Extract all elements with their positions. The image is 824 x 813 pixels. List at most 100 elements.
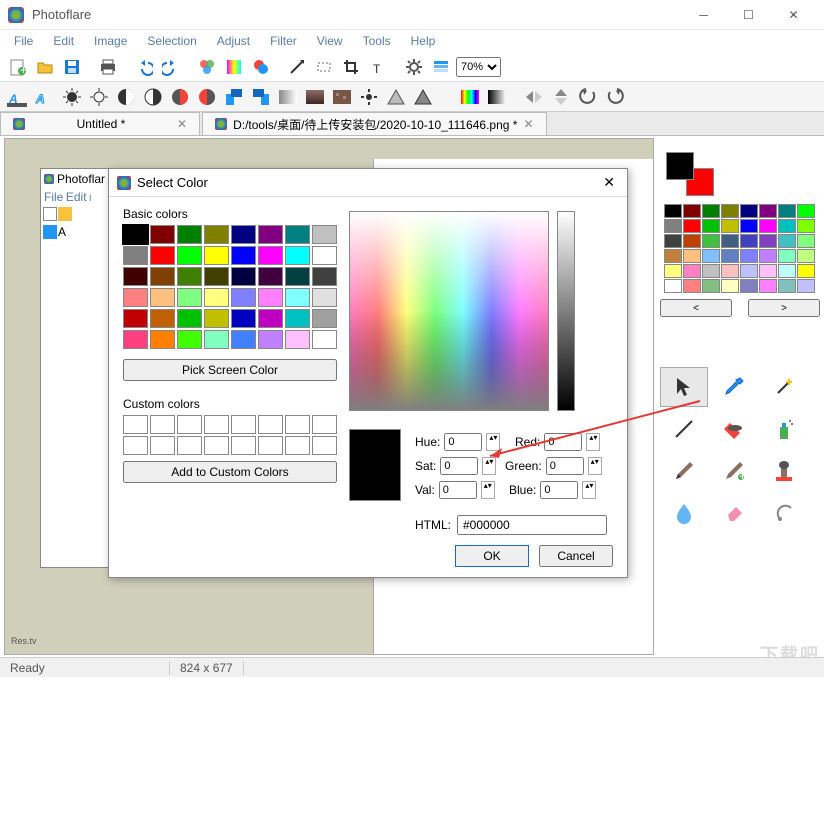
palette-swatch[interactable] xyxy=(740,249,758,263)
basic-color-swatch[interactable] xyxy=(123,288,148,307)
brush-tool[interactable] xyxy=(660,451,708,491)
palette-swatch[interactable] xyxy=(702,264,720,278)
redo-button[interactable] xyxy=(159,55,183,79)
spray-tool[interactable] xyxy=(760,409,808,449)
basic-color-swatch[interactable] xyxy=(258,225,283,244)
palette-swatch[interactable] xyxy=(721,249,739,263)
rotate-left-button[interactable] xyxy=(222,85,246,109)
basic-color-swatch[interactable] xyxy=(231,288,256,307)
html-color-input[interactable] xyxy=(457,515,607,535)
basic-color-swatch[interactable] xyxy=(177,330,202,349)
palette-swatch[interactable] xyxy=(683,234,701,248)
basic-color-swatch[interactable] xyxy=(177,225,202,244)
save-button[interactable] xyxy=(60,55,84,79)
basic-color-swatch[interactable] xyxy=(150,225,175,244)
brightness-down-button[interactable] xyxy=(87,85,111,109)
text-outline-button[interactable]: A xyxy=(33,85,57,109)
clone-tool[interactable]: + xyxy=(710,451,758,491)
palette-swatch[interactable] xyxy=(702,234,720,248)
palette-swatch[interactable] xyxy=(778,234,796,248)
levels-button[interactable] xyxy=(195,55,219,79)
basic-color-swatch[interactable] xyxy=(312,225,337,244)
basic-color-swatch[interactable] xyxy=(177,246,202,265)
palette-swatch[interactable] xyxy=(664,204,682,218)
palette-swatch[interactable] xyxy=(664,234,682,248)
palette-swatch[interactable] xyxy=(683,219,701,233)
red-input[interactable] xyxy=(544,433,582,451)
palette-swatch[interactable] xyxy=(702,204,720,218)
line-tool[interactable] xyxy=(660,409,708,449)
zoom-select[interactable]: 70% xyxy=(456,57,501,77)
palette-swatch[interactable] xyxy=(797,264,815,278)
val-input[interactable] xyxy=(439,481,477,499)
basic-color-swatch[interactable] xyxy=(231,330,256,349)
stamp-tool[interactable] xyxy=(760,451,808,491)
basic-color-swatch[interactable] xyxy=(150,246,175,265)
menu-filter[interactable]: Filter xyxy=(260,32,307,50)
triangle-down-button[interactable] xyxy=(411,85,435,109)
basic-color-swatch[interactable] xyxy=(285,267,310,286)
basic-color-swatch[interactable] xyxy=(204,246,229,265)
basic-color-swatch[interactable] xyxy=(312,309,337,328)
basic-color-swatch[interactable] xyxy=(312,288,337,307)
palette-swatch[interactable] xyxy=(778,204,796,218)
palette-swatch[interactable] xyxy=(797,219,815,233)
palette-swatch[interactable] xyxy=(721,264,739,278)
blue-input[interactable] xyxy=(540,481,578,499)
palette-swatch[interactable] xyxy=(778,264,796,278)
basic-color-swatch[interactable] xyxy=(285,330,310,349)
rainbow-button[interactable] xyxy=(458,85,482,109)
palette-swatch[interactable] xyxy=(664,264,682,278)
grayscale-button[interactable] xyxy=(485,85,509,109)
palette-swatch[interactable] xyxy=(740,234,758,248)
hue-input[interactable] xyxy=(444,433,482,451)
ok-button[interactable]: OK xyxy=(455,545,529,567)
text-shadow-button[interactable]: A xyxy=(6,85,30,109)
spinner-icon[interactable]: ▴▾ xyxy=(586,433,600,451)
basic-color-swatch[interactable] xyxy=(177,288,202,307)
wand-tool[interactable] xyxy=(760,367,808,407)
basic-color-swatch[interactable] xyxy=(285,309,310,328)
basic-color-swatch[interactable] xyxy=(312,246,337,265)
pointer-tool[interactable] xyxy=(660,367,708,407)
basic-color-swatch[interactable] xyxy=(177,267,202,286)
basic-color-swatch[interactable] xyxy=(204,267,229,286)
palette-swatch[interactable] xyxy=(721,219,739,233)
menu-file[interactable]: File xyxy=(4,32,43,50)
basic-color-swatch[interactable] xyxy=(231,225,256,244)
basic-color-swatch[interactable] xyxy=(150,288,175,307)
tab-untitled[interactable]: Untitled * ✕ xyxy=(0,112,200,135)
basic-color-swatch[interactable] xyxy=(123,330,148,349)
palette-swatch[interactable] xyxy=(740,264,758,278)
palette-swatch[interactable] xyxy=(759,204,777,218)
undo-button[interactable] xyxy=(132,55,156,79)
rect-tool-button[interactable] xyxy=(312,55,336,79)
basic-color-swatch[interactable] xyxy=(258,330,283,349)
green-input[interactable] xyxy=(546,457,584,475)
print-button[interactable] xyxy=(96,55,120,79)
palette-swatch[interactable] xyxy=(740,279,758,293)
palette-swatch[interactable] xyxy=(702,249,720,263)
layers-button[interactable] xyxy=(429,55,453,79)
maximize-button[interactable]: ☐ xyxy=(726,0,771,30)
menu-adjust[interactable]: Adjust xyxy=(207,32,260,50)
gradient-button[interactable] xyxy=(222,55,246,79)
basic-color-swatch[interactable] xyxy=(204,309,229,328)
palette-swatch[interactable] xyxy=(759,249,777,263)
blur-tool[interactable] xyxy=(660,493,708,533)
desaturation-button[interactable] xyxy=(195,85,219,109)
flip-vert-button[interactable] xyxy=(549,85,573,109)
basic-color-swatch[interactable] xyxy=(258,246,283,265)
menu-help[interactable]: Help xyxy=(401,32,446,50)
palette-prev-button[interactable]: < xyxy=(660,299,732,317)
triangle-up-button[interactable] xyxy=(384,85,408,109)
foreground-color[interactable] xyxy=(666,152,694,180)
spinner-icon[interactable]: ▴▾ xyxy=(481,481,495,499)
menu-edit[interactable]: Edit xyxy=(43,32,84,50)
brightness-up-button[interactable] xyxy=(60,85,84,109)
palette-swatch[interactable] xyxy=(759,264,777,278)
color-field[interactable] xyxy=(349,211,549,411)
close-tab-icon[interactable]: ✕ xyxy=(177,117,187,131)
line-tool-button[interactable] xyxy=(285,55,309,79)
basic-color-swatch[interactable] xyxy=(150,267,175,286)
